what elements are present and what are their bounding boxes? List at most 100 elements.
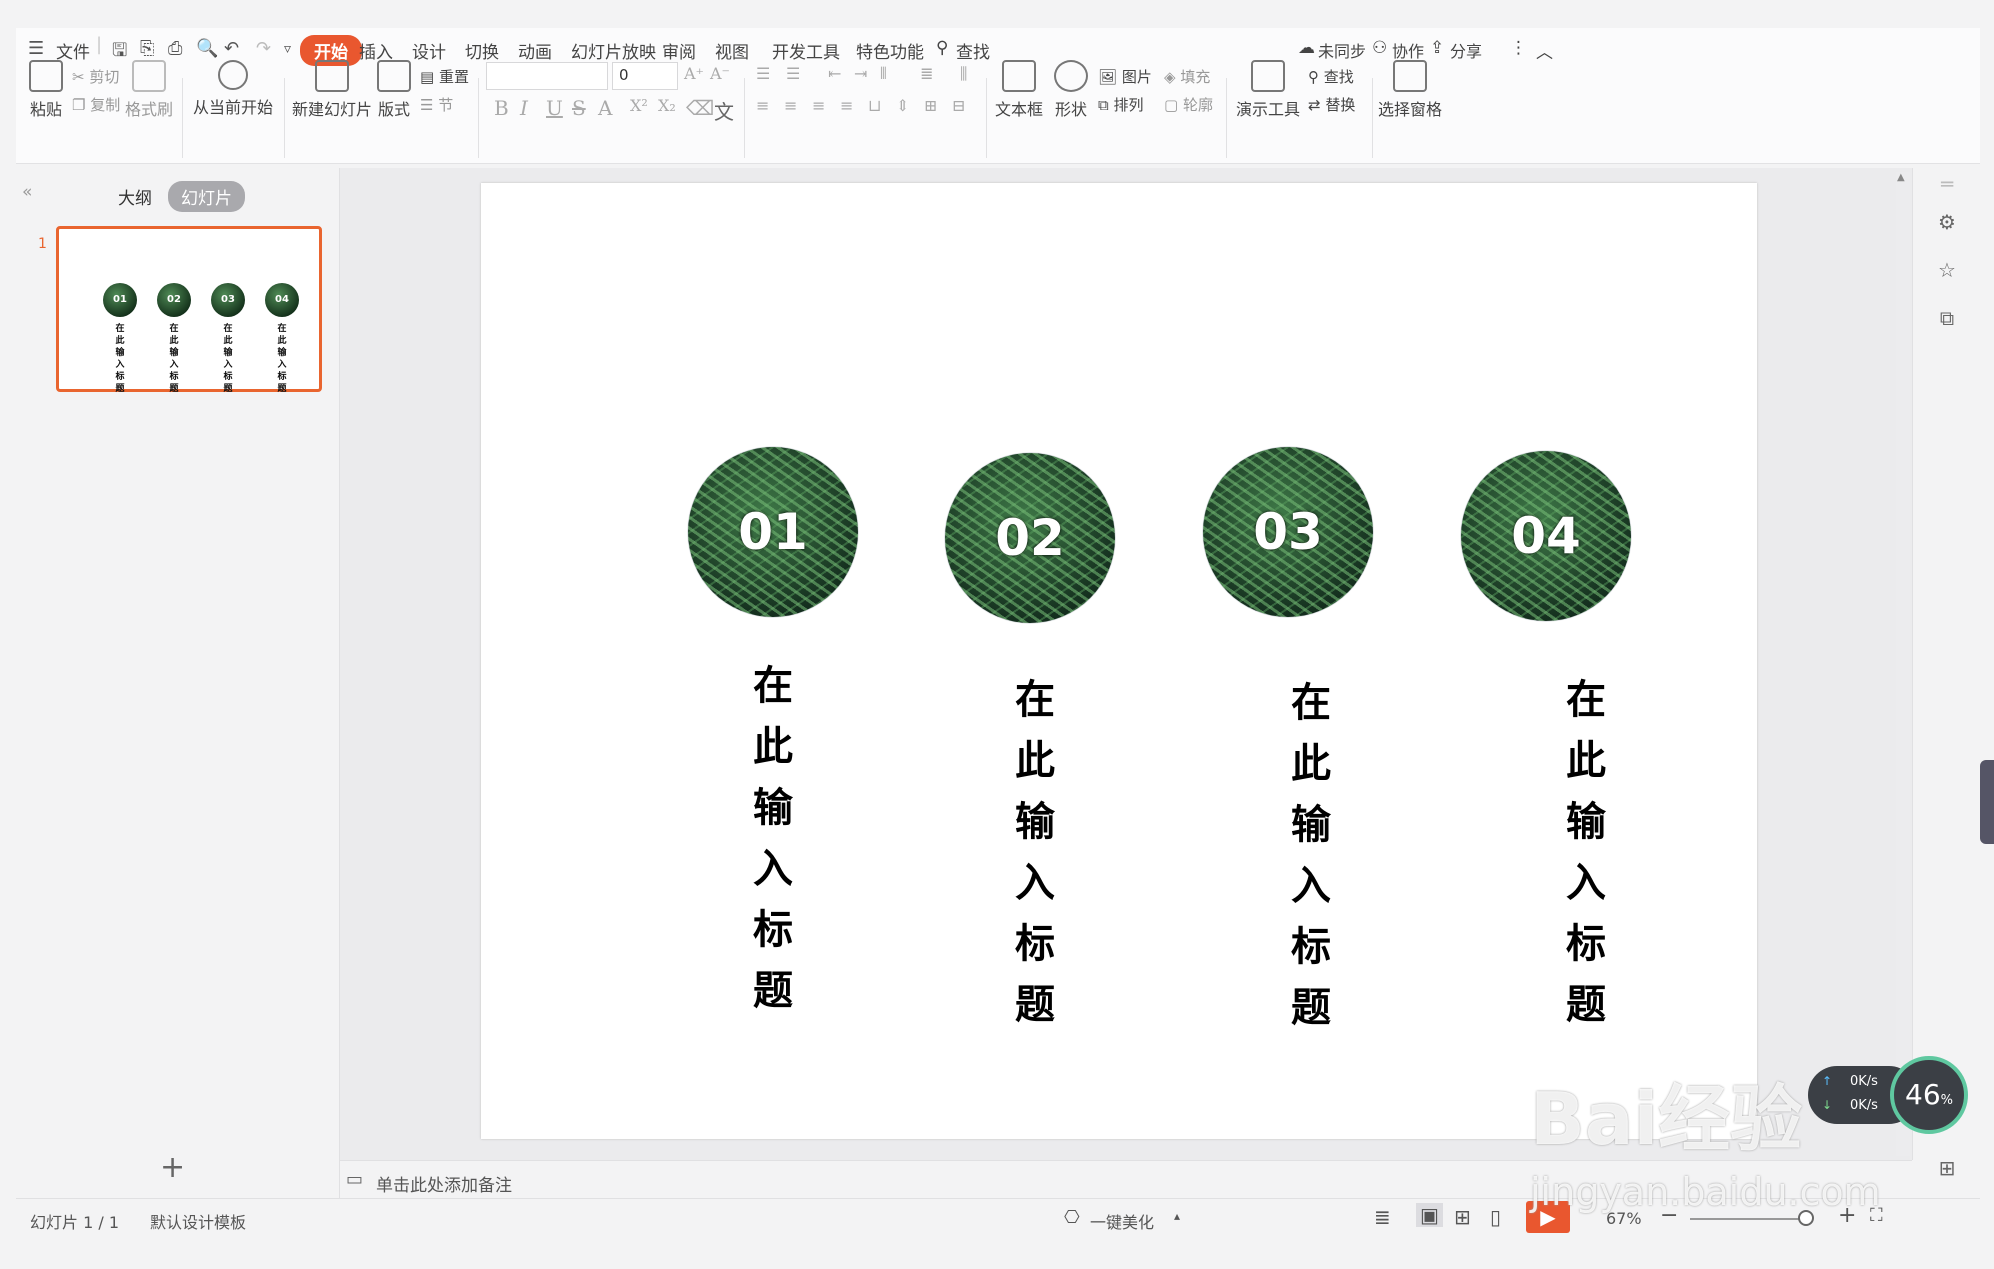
- underline-icon[interactable]: U: [546, 96, 563, 120]
- title-text-03[interactable]: 在此输入标题: [1281, 673, 1341, 1039]
- vertical-scrollbar[interactable]: ▲: [1896, 172, 1910, 1156]
- search-command[interactable]: 查找: [956, 38, 990, 63]
- collapse-ribbon-icon[interactable]: ︿: [1536, 38, 1553, 63]
- add-slide-button[interactable]: +: [160, 1150, 185, 1185]
- section-button[interactable]: ☰ 节: [420, 94, 453, 115]
- justify-icon[interactable]: ≡: [840, 96, 853, 115]
- arrange-button[interactable]: ⧉ 排列: [1098, 94, 1144, 115]
- tab-outline[interactable]: 大纲: [118, 184, 152, 209]
- smartart-icon[interactable]: ⊞: [924, 96, 937, 115]
- share-icon[interactable]: ⇪: [1430, 38, 1444, 58]
- print-icon[interactable]: ⎙: [168, 38, 182, 59]
- number-circle-04[interactable]: 04: [1461, 451, 1631, 621]
- selection-pane-button[interactable]: 选择窗格: [1378, 60, 1442, 120]
- copy-button[interactable]: ❐ 复制: [72, 94, 120, 115]
- network-speed-widget[interactable]: ↑ 0K/s ↓ 0K/s 46%: [1808, 1056, 1968, 1134]
- textbox-button[interactable]: 文本框: [992, 60, 1046, 120]
- print-preview-icon[interactable]: 🔍: [196, 38, 218, 59]
- shape-button[interactable]: 形状: [1050, 60, 1092, 120]
- properties-icon[interactable]: ⚙: [1935, 210, 1959, 234]
- convert-icon[interactable]: ⊟: [952, 96, 965, 115]
- slide-sorter-icon[interactable]: ⊞: [1454, 1205, 1471, 1229]
- search-icon[interactable]: ⚲: [936, 38, 948, 58]
- redo-icon[interactable]: ↷: [256, 38, 271, 59]
- numbering-icon[interactable]: ☰: [786, 64, 800, 83]
- bold-icon[interactable]: B: [494, 96, 509, 120]
- subscript-icon[interactable]: X₂: [658, 96, 676, 115]
- align-left-icon[interactable]: ≡: [756, 96, 769, 115]
- font-name-field[interactable]: [486, 62, 608, 90]
- cloud-sync-icon[interactable]: ☁: [1298, 38, 1315, 58]
- fill-button[interactable]: ◈ 填充: [1164, 66, 1210, 87]
- bullets-icon[interactable]: ☰: [756, 64, 770, 83]
- transition-icon[interactable]: ⧉: [1935, 306, 1959, 330]
- customize-quick-access-icon[interactable]: ▿: [284, 41, 291, 57]
- font-color-icon[interactable]: A: [598, 96, 612, 120]
- export-icon[interactable]: ⎘: [140, 38, 154, 59]
- collab-icon[interactable]: ⚇: [1372, 38, 1387, 58]
- beautify-button[interactable]: 一键美化: [1090, 1209, 1154, 1233]
- clear-format-icon[interactable]: ⌫: [686, 96, 714, 120]
- number-circle-02[interactable]: 02: [945, 453, 1115, 623]
- title-text-01[interactable]: 在此输入标题: [743, 656, 803, 1022]
- superscript-icon[interactable]: X²: [630, 96, 648, 115]
- char-spacing-icon[interactable]: 文: [714, 96, 734, 125]
- side-tab-handle[interactable]: [1980, 760, 1994, 844]
- decrease-indent-icon[interactable]: ⇤: [828, 64, 841, 83]
- grid-icon[interactable]: ⊞: [1935, 1156, 1959, 1180]
- presentation-tools-button[interactable]: 演示工具: [1232, 60, 1304, 120]
- paste-button[interactable]: 粘贴: [24, 60, 68, 120]
- align-right-icon[interactable]: ≡: [812, 96, 825, 115]
- increase-font-icon[interactable]: A⁺: [684, 64, 704, 83]
- menu-icon[interactable]: ☰: [28, 38, 44, 59]
- beautify-icon[interactable]: ⎔: [1064, 1207, 1080, 1228]
- undo-icon[interactable]: ↶: [224, 38, 239, 59]
- decrease-font-icon[interactable]: A⁻: [710, 64, 730, 83]
- align-center-icon[interactable]: ≡: [784, 96, 797, 115]
- layout-button[interactable]: 版式: [374, 60, 414, 120]
- more-icon[interactable]: ⋮: [1510, 38, 1527, 58]
- collapse-panel-icon[interactable]: «: [22, 182, 32, 202]
- collab-button[interactable]: 协作: [1392, 38, 1424, 62]
- replace-button[interactable]: ⇄ 替换: [1308, 94, 1355, 115]
- text-direction-icon[interactable]: ⫼: [960, 64, 967, 84]
- tab-transitions[interactable]: 切换: [465, 38, 499, 63]
- tab-view[interactable]: 视图: [715, 38, 749, 63]
- find-button[interactable]: ⚲ 查找: [1308, 66, 1354, 87]
- tab-review[interactable]: 审阅: [662, 38, 696, 63]
- outline-button[interactable]: ▢ 轮廓: [1164, 94, 1213, 115]
- new-slide-button[interactable]: 新建幻灯片: [290, 60, 374, 120]
- normal-view-icon[interactable]: ▣: [1416, 1203, 1443, 1227]
- tab-developer[interactable]: 开发工具: [772, 38, 840, 63]
- share-button[interactable]: 分享: [1450, 38, 1482, 62]
- tab-animation[interactable]: 动画: [518, 38, 552, 63]
- reset-button[interactable]: ▤ 重置: [420, 66, 469, 87]
- number-circle-01[interactable]: 01: [688, 447, 858, 617]
- strikethrough-icon[interactable]: S: [572, 96, 586, 120]
- format-painter-button[interactable]: 格式刷: [124, 60, 174, 120]
- picture-button[interactable]: 🖼 图片: [1098, 66, 1152, 87]
- number-circle-03[interactable]: 03: [1203, 447, 1373, 617]
- notes-view-icon[interactable]: ≣: [1374, 1205, 1391, 1229]
- slide-thumbnail[interactable]: 01 02 03 04 在此输入标题 在此输入标题 在此输入标题 在此输入标题: [56, 226, 322, 394]
- sync-status[interactable]: 未同步: [1318, 38, 1366, 62]
- tab-slideshow[interactable]: 幻灯片放映: [571, 38, 656, 63]
- title-text-02[interactable]: 在此输入标题: [1005, 670, 1065, 1036]
- italic-icon[interactable]: I: [520, 96, 528, 120]
- tab-special-features[interactable]: 特色功能: [856, 38, 924, 63]
- distribute-icon[interactable]: ⊔: [868, 96, 881, 115]
- reading-view-icon[interactable]: ▯: [1490, 1205, 1501, 1229]
- play-from-current-button[interactable]: 从当前开始: [188, 60, 278, 118]
- increase-indent-icon[interactable]: ⇥: [854, 64, 867, 83]
- align-text-icon[interactable]: ⇕: [896, 96, 909, 115]
- scroll-up-icon[interactable]: ▲: [1897, 172, 1905, 183]
- beautify-arrow-icon[interactable]: ▴: [1174, 1209, 1180, 1223]
- font-size-field[interactable]: 0: [612, 62, 678, 90]
- template-name[interactable]: 默认设计模板: [150, 1209, 246, 1233]
- zoom-slider[interactable]: [1690, 1218, 1810, 1220]
- title-text-04[interactable]: 在此输入标题: [1556, 670, 1616, 1036]
- line-spacing-icon[interactable]: ≣: [920, 64, 933, 83]
- cut-button[interactable]: ✂ 剪切: [72, 66, 119, 87]
- notes-placeholder[interactable]: 单击此处添加备注: [376, 1171, 512, 1196]
- tab-design[interactable]: 设计: [412, 38, 446, 63]
